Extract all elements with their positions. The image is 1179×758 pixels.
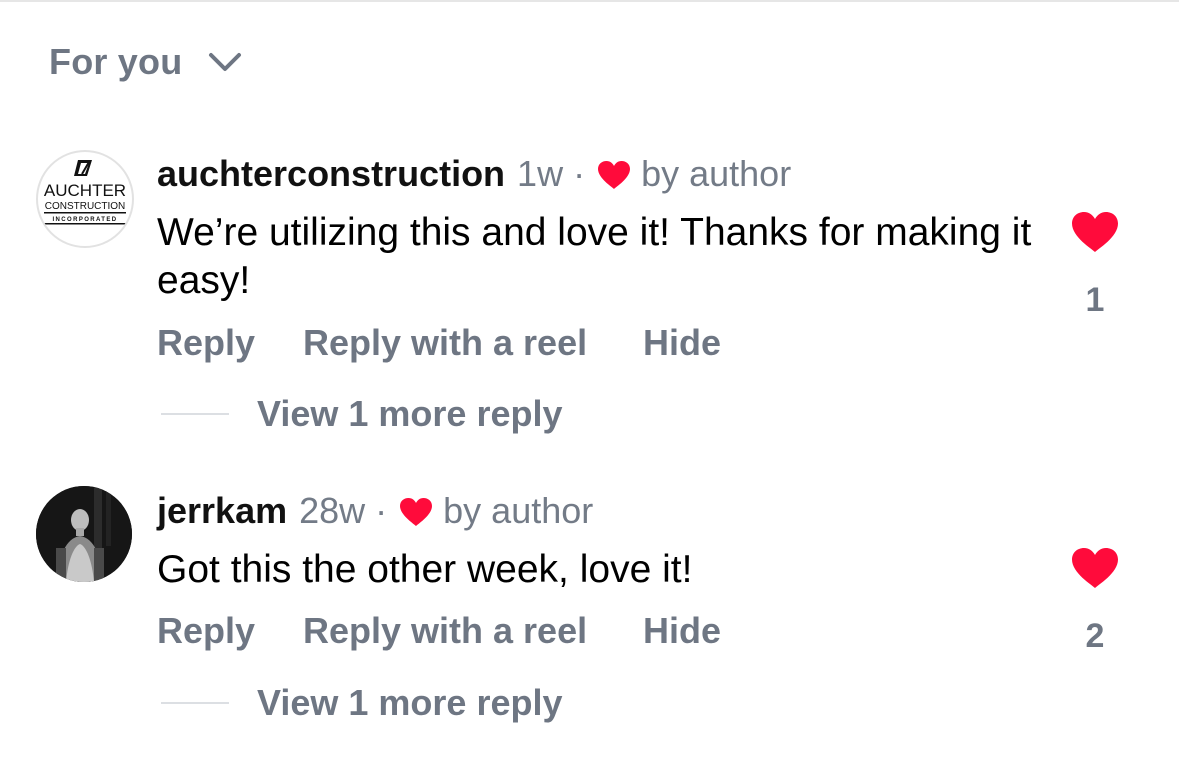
replies-divider-line: [161, 702, 229, 704]
hide-button[interactable]: Hide: [643, 610, 721, 652]
reply-with-reel-button[interactable]: Reply with a reel: [303, 610, 643, 652]
svg-text:CONSTRUCTION: CONSTRUCTION: [45, 201, 126, 212]
meta-separator: ·: [375, 490, 388, 531]
top-divider: [0, 0, 1179, 2]
view-more-replies-button[interactable]: View 1 more reply: [161, 682, 563, 724]
comment-text: We’re utilizing this and love it! Thanks…: [157, 211, 1032, 302]
profile-photo: [36, 486, 132, 582]
liked-by-author-label: by author: [443, 490, 594, 531]
replies-divider-line: [161, 413, 229, 415]
comment-time: 28w: [299, 490, 366, 531]
like-control: 1: [1070, 211, 1120, 320]
avatar[interactable]: AUCHTER CONSTRUCTION INCORPORATED: [36, 150, 134, 248]
hide-button[interactable]: Hide: [643, 322, 721, 364]
comment-username[interactable]: jerrkam: [157, 490, 287, 532]
like-heart-icon[interactable]: [1071, 211, 1119, 253]
liked-by-author-label: by author: [641, 153, 792, 194]
comment-text: Got this the other week, love it!: [157, 548, 693, 591]
comment-meta: auchterconstruction 1w · by author: [157, 153, 791, 195]
avatar[interactable]: [36, 486, 132, 582]
reply-with-reel-button[interactable]: Reply with a reel: [303, 322, 643, 364]
heart-icon: [598, 161, 631, 189]
meta-separator: ·: [573, 153, 586, 194]
comment-actions: Reply Reply with a reel Hide: [157, 610, 721, 652]
like-heart-icon[interactable]: [1071, 547, 1119, 589]
heart-icon: [400, 498, 433, 526]
sort-label: For you: [49, 41, 183, 82]
sort-dropdown[interactable]: For you: [49, 40, 242, 84]
comment-time: 1w: [517, 153, 564, 194]
chevron-down-icon: [209, 53, 242, 71]
view-more-replies-button[interactable]: View 1 more reply: [161, 393, 563, 435]
comment-username[interactable]: auchterconstruction: [157, 153, 505, 195]
view-more-replies-label: View 1 more reply: [257, 682, 563, 723]
auchter-logo: AUCHTER CONSTRUCTION INCORPORATED: [44, 160, 126, 225]
like-control: 2: [1070, 547, 1120, 656]
reply-button[interactable]: Reply: [157, 322, 303, 364]
comment-actions: Reply Reply with a reel Hide: [157, 322, 721, 364]
like-count: 1: [1085, 281, 1105, 319]
svg-text:AUCHTER: AUCHTER: [44, 181, 126, 200]
comment-meta: jerrkam 28w · by author: [157, 490, 593, 532]
reply-button[interactable]: Reply: [157, 610, 303, 652]
like-count: 2: [1085, 617, 1105, 655]
view-more-replies-label: View 1 more reply: [257, 393, 563, 434]
svg-text:INCORPORATED: INCORPORATED: [52, 217, 117, 223]
